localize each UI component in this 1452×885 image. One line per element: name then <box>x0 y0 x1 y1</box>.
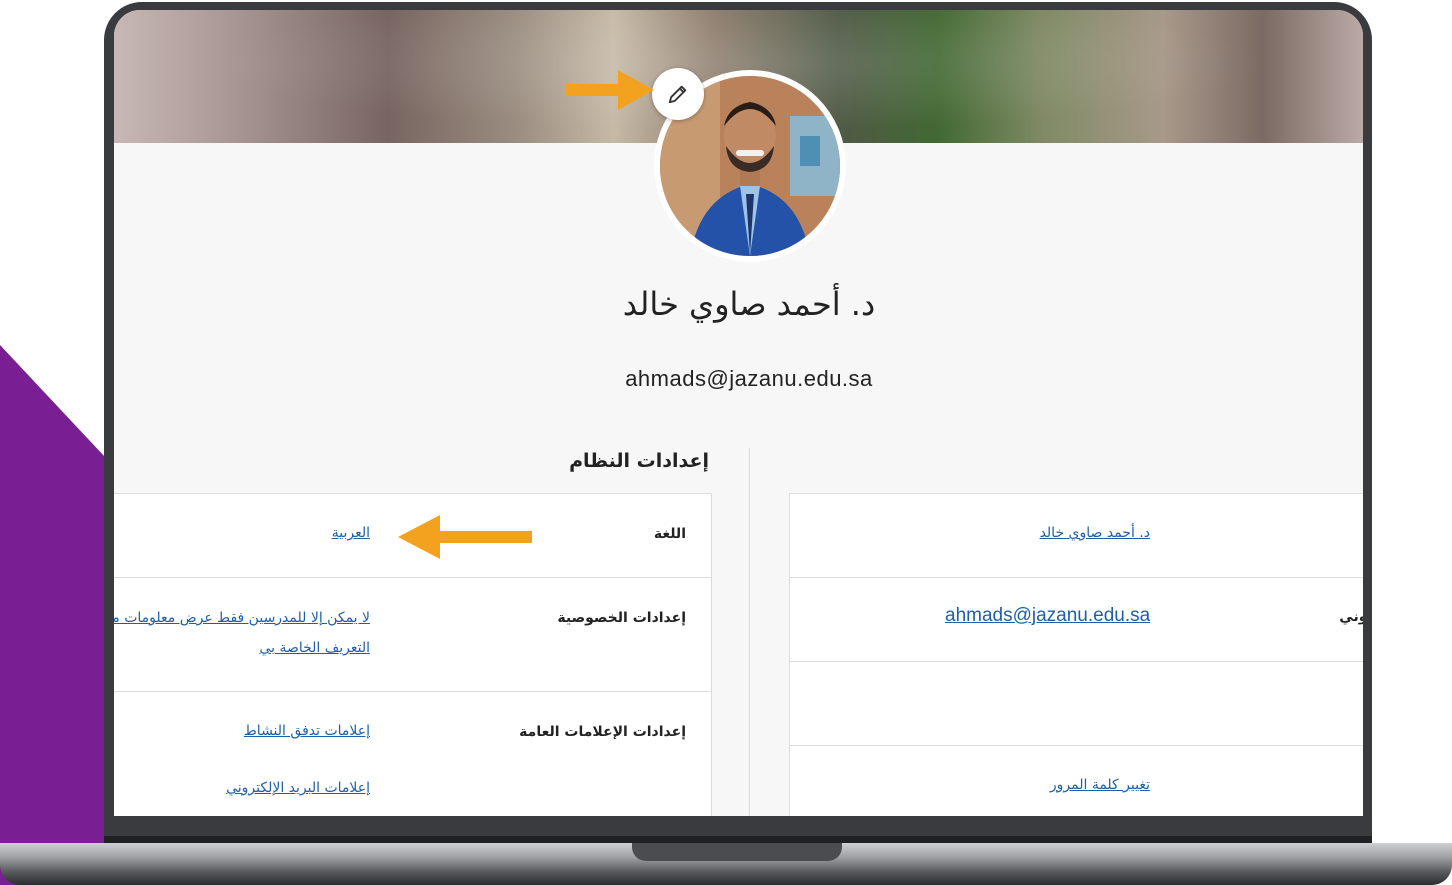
pencil-icon <box>668 85 687 104</box>
system-settings-title: إعدادات النظام <box>569 450 709 472</box>
name-row: د. أحمد صاوي خالد <box>790 494 1363 578</box>
laptop-notch <box>632 843 842 861</box>
profile-name: د. أحمد صاوي خالد <box>622 285 876 323</box>
edit-avatar-button[interactable] <box>652 68 704 120</box>
privacy-link-line2[interactable]: التعريف الخاصة بي <box>259 640 370 656</box>
change-password-link[interactable]: تغيير كلمة المرور <box>1050 777 1150 793</box>
email-row: كتروني ahmads@jazanu.edu.sa <box>790 578 1363 662</box>
notifications-label: إعدادات الإعلامات العامة <box>519 724 686 740</box>
language-label: اللغة <box>653 526 686 542</box>
profile-email: ahmads@jazanu.edu.sa <box>625 366 873 391</box>
language-link[interactable]: العربية <box>332 525 370 541</box>
name-link[interactable]: د. أحمد صاوي خالد <box>1040 525 1150 541</box>
email-notifications-link[interactable]: إعلامات البريد الإلكتروني <box>226 780 370 796</box>
email-label: كتروني <box>1339 609 1363 625</box>
notifications-row: إعدادات الإعلامات العامة إعلامات تدفق ال… <box>114 692 711 816</box>
password-row: تغيير كلمة المرور <box>790 746 1363 816</box>
email-link[interactable]: ahmads@jazanu.edu.sa <box>945 605 1150 627</box>
highlight-arrow-icon <box>566 70 654 110</box>
activity-stream-notifications-link[interactable]: إعلامات تدفق النشاط <box>244 723 370 739</box>
highlight-arrow-icon <box>398 515 532 559</box>
empty-row <box>790 662 1363 746</box>
privacy-row: إعدادات الخصوصية لا يمكن إلا للمدرسين فق… <box>114 578 711 692</box>
personal-info-title: ا <box>1362 450 1363 472</box>
privacy-label: إعدادات الخصوصية <box>557 610 686 626</box>
personal-info-card: د. أحمد صاوي خالد كتروني ahmads@jazanu.e… <box>789 493 1363 816</box>
privacy-link-line1[interactable]: لا يمكن إلا للمدرسين فقط عرض معلومات ملف <box>114 610 370 626</box>
column-divider <box>749 448 750 816</box>
app-screen: د. أحمد صاوي خالد ahmads@jazanu.edu.sa إ… <box>114 10 1363 816</box>
